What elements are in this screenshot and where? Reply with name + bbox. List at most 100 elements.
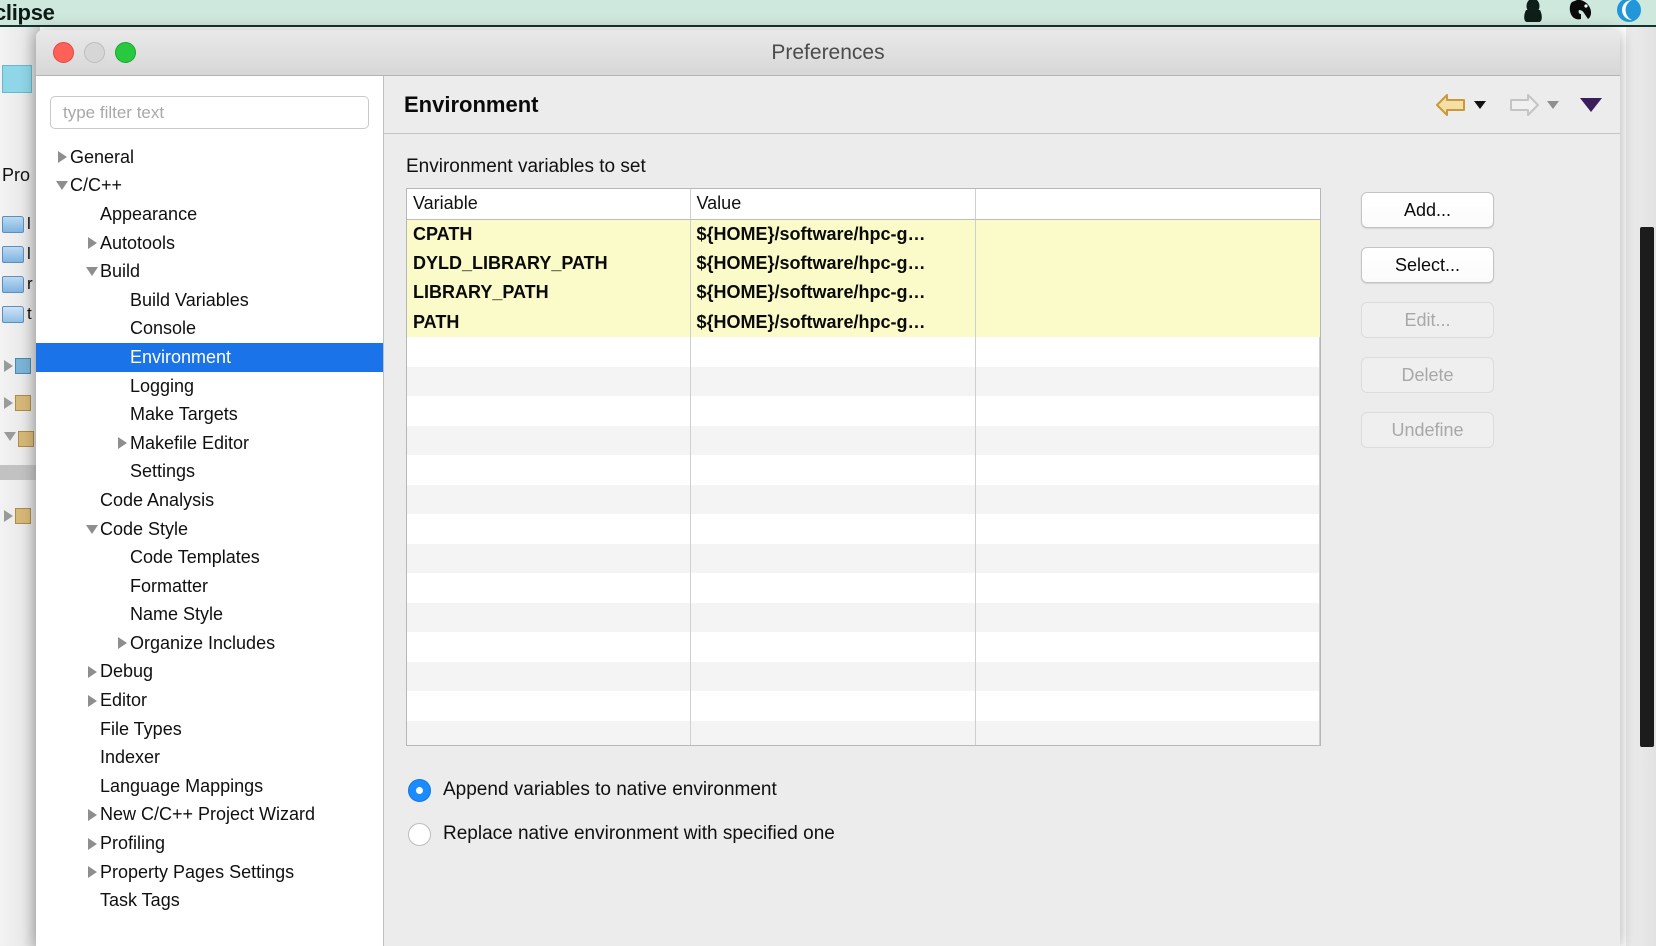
cell-empty (690, 514, 976, 544)
chevron-down-icon[interactable] (1547, 100, 1559, 109)
table-row-empty[interactable] (407, 396, 1320, 426)
cell-variable: DYLD_LIBRARY_PATH (407, 248, 691, 278)
table-row-empty[interactable] (407, 573, 1320, 603)
sidebar-item-make-targets[interactable]: Make Targets (36, 400, 383, 429)
sidebar-item-c-c[interactable]: C/C++ (36, 172, 383, 201)
chevron-right-icon[interactable] (84, 829, 100, 858)
sidebar-item-label: Language Mappings (100, 775, 264, 796)
sidebar-item-organize-includes[interactable]: Organize Includes (36, 629, 383, 658)
sidebar-item-language-mappings[interactable]: Language Mappings (36, 772, 383, 801)
cell-empty (407, 691, 691, 721)
column-header-value[interactable]: Value (690, 189, 976, 220)
sidebar-item-new-c-c-project-wizard[interactable]: New C/C++ Project Wizard (36, 801, 383, 830)
radio-option-replace[interactable]: Replace native environment with specifie… (408, 812, 1620, 856)
sidebar-item-editor[interactable]: Editor (36, 686, 383, 715)
penguin-icon[interactable] (1520, 0, 1546, 28)
sidebar-item-name-style[interactable]: Name Style (36, 601, 383, 630)
table-row-empty[interactable] (407, 455, 1320, 485)
cell-spacer (975, 248, 1320, 278)
sidebar-item-property-pages-settings[interactable]: Property Pages Settings (36, 858, 383, 887)
table-row-empty[interactable] (407, 337, 1320, 367)
table-row-empty[interactable] (407, 514, 1320, 544)
chevron-down-icon[interactable] (84, 515, 100, 544)
table-row-empty[interactable] (407, 691, 1320, 721)
table-row-empty[interactable] (407, 720, 1320, 745)
table-row-empty[interactable] (407, 425, 1320, 455)
sidebar-item-code-style[interactable]: Code Style (36, 515, 383, 544)
sidebar-item-file-types[interactable]: File Types (36, 715, 383, 744)
sidebar-item-indexer[interactable]: Indexer (36, 743, 383, 772)
list-item (0, 502, 40, 530)
minimize-button[interactable] (84, 42, 105, 63)
view-menu-chevron-icon[interactable] (1580, 97, 1602, 112)
radio-button[interactable] (408, 822, 431, 846)
search-input[interactable] (61, 101, 358, 124)
sidebar-item-task-tags[interactable]: Task Tags (36, 886, 383, 915)
sidebar-item-debug[interactable]: Debug (36, 658, 383, 687)
chevron-down-icon[interactable] (1474, 100, 1486, 109)
sidebar-item-code-analysis[interactable]: Code Analysis (36, 486, 383, 515)
radio-button[interactable] (408, 778, 431, 802)
chevron-down-icon (4, 431, 16, 447)
chevron-right-icon[interactable] (54, 143, 70, 172)
sidebar-item-build[interactable]: Build (36, 257, 383, 286)
add-button[interactable]: Add... (1361, 192, 1494, 228)
environment-mode-radio-group: Append variables to native environment Re… (384, 746, 1620, 856)
table-row-empty[interactable] (407, 484, 1320, 514)
sidebar-item-label: Code Analysis (100, 489, 215, 510)
sidebar-item-makefile-editor[interactable]: Makefile Editor (36, 429, 383, 458)
chevron-right-icon[interactable] (84, 686, 100, 715)
sidebar-item-logging[interactable]: Logging (36, 372, 383, 401)
sidebar-item-code-templates[interactable]: Code Templates (36, 543, 383, 572)
chevron-right-icon[interactable] (84, 229, 100, 258)
close-button[interactable] (53, 42, 74, 63)
sidebar-item-environment[interactable]: Environment (36, 343, 383, 372)
radio-option-append[interactable]: Append variables to native environment (408, 768, 1620, 812)
cell-empty (407, 425, 691, 455)
column-header-variable[interactable]: Variable (407, 189, 691, 220)
chevron-down-icon[interactable] (84, 257, 100, 286)
back-button[interactable] (1434, 92, 1486, 118)
cell-empty (690, 543, 976, 573)
page-title: Environment (404, 91, 539, 117)
preferences-tree-panel: General C/C++ Appearance Autotools Build Buil… (36, 76, 384, 946)
table-row-empty[interactable] (407, 632, 1320, 662)
sidebar-item-profiling[interactable]: Profiling (36, 829, 383, 858)
sidebar-item-general[interactable]: General (36, 143, 383, 172)
select-button[interactable]: Select... (1361, 247, 1494, 283)
background-view-title: Pro (2, 165, 31, 185)
sidebar-item-build-variables[interactable]: Build Variables (36, 286, 383, 315)
sidebar-item-appearance[interactable]: Appearance (36, 200, 383, 229)
table-row-empty[interactable] (407, 661, 1320, 691)
column-header-spacer (975, 189, 1320, 220)
chevron-down-icon[interactable] (54, 172, 70, 201)
table-row-empty[interactable] (407, 543, 1320, 573)
chevron-right-icon[interactable] (84, 658, 100, 687)
radio-label: Append variables to native environment (443, 779, 777, 800)
chevron-right-icon[interactable] (114, 629, 130, 658)
source-icon (15, 358, 31, 374)
list-item: r (0, 270, 40, 298)
dialog-body: General C/C++ Appearance Autotools Build Buil… (36, 76, 1620, 946)
table-row[interactable]: PATH ${HOME}/software/hpc-g… (407, 307, 1320, 337)
sidebar-item-console[interactable]: Console (36, 315, 383, 344)
chevron-right-icon[interactable] (84, 858, 100, 887)
sidebar-item-settings[interactable]: Settings (36, 458, 383, 487)
table-row[interactable]: LIBRARY_PATH ${HOME}/software/hpc-g… (407, 278, 1320, 308)
environment-variables-table[interactable]: Variable Value CPATH ${HOME}/software/hpc… (406, 188, 1321, 746)
sidebar-item-autotools[interactable]: Autotools (36, 229, 383, 258)
evernote-elephant-icon[interactable] (1568, 0, 1594, 27)
table-row[interactable]: DYLD_LIBRARY_PATH ${HOME}/software/hpc-g… (407, 248, 1320, 278)
twisty-placeholder (114, 372, 130, 401)
maximize-button[interactable] (115, 42, 136, 63)
chevron-right-icon[interactable] (84, 801, 100, 830)
filter-box[interactable] (50, 96, 369, 129)
table-row[interactable]: CPATH ${HOME}/software/hpc-g… (407, 219, 1320, 249)
background-scrollbar[interactable] (1640, 227, 1654, 747)
sidebar-item-formatter[interactable]: Formatter (36, 572, 383, 601)
cell-value: ${HOME}/software/hpc-g… (690, 219, 976, 249)
table-row-empty[interactable] (407, 366, 1320, 396)
chevron-right-icon[interactable] (114, 429, 130, 458)
table-row-empty[interactable] (407, 602, 1320, 632)
blue-moon-icon[interactable] (1616, 0, 1642, 28)
